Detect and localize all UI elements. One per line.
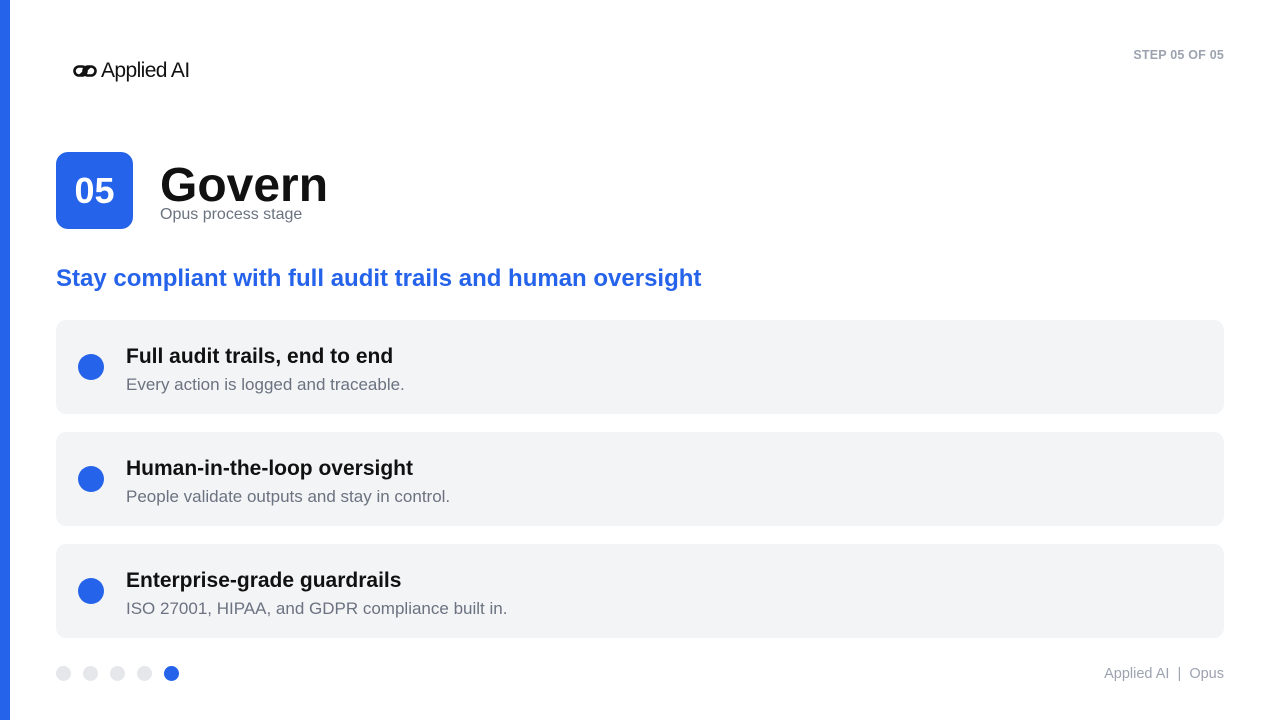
applied-ai-logo: Applied AI: [73, 58, 190, 84]
logo-text: Applied AI: [101, 59, 190, 82]
applied-ai-logo-icon: [73, 65, 97, 77]
progress-dot-step-2[interactable]: [83, 666, 98, 681]
progress-dot-step-3[interactable]: [110, 666, 125, 681]
feature-card-description: People validate outputs and stay in cont…: [126, 487, 451, 506]
feature-card-description: Every action is logged and traceable.: [126, 375, 405, 394]
bullet-dot-icon: [78, 466, 104, 492]
bullet-dot-icon: [78, 578, 104, 604]
feature-card-title: Full audit trails, end to end: [126, 345, 394, 368]
footer-product: Opus: [1189, 666, 1224, 682]
feature-card-audit-trails: Full audit trails, end to end Every acti…: [56, 320, 1224, 414]
step-progress-dots: [56, 666, 179, 681]
progress-dot-step-5[interactable]: [164, 666, 179, 681]
footer-separator: |: [1177, 666, 1182, 682]
progress-dot-step-4[interactable]: [137, 666, 152, 681]
feature-card-human-oversight: Human-in-the-loop oversight People valid…: [56, 432, 1224, 526]
feature-card-list: Full audit trails, end to end Every acti…: [56, 320, 1224, 656]
slide-headline: Stay compliant with full audit trails an…: [56, 265, 702, 292]
step-indicator: STEP 05 OF 05: [1133, 48, 1224, 62]
stage-subtitle: Opus process stage: [160, 206, 303, 223]
bullet-dot-icon: [78, 354, 104, 380]
feature-card-guardrails: Enterprise-grade guardrails ISO 27001, H…: [56, 544, 1224, 638]
footer-text: Applied AI | Opus: [1104, 665, 1224, 683]
feature-card-description: ISO 27001, HIPAA, and GDPR compliance bu…: [126, 599, 508, 618]
feature-card-title: Enterprise-grade guardrails: [126, 569, 402, 592]
feature-card-title: Human-in-the-loop oversight: [126, 457, 413, 480]
footer-brand: Applied AI: [1104, 666, 1170, 682]
progress-dot-step-1[interactable]: [56, 666, 71, 681]
stage-number-badge: 05: [56, 152, 133, 229]
stage-number: 05: [74, 169, 115, 211]
left-accent-bar: [0, 0, 10, 720]
